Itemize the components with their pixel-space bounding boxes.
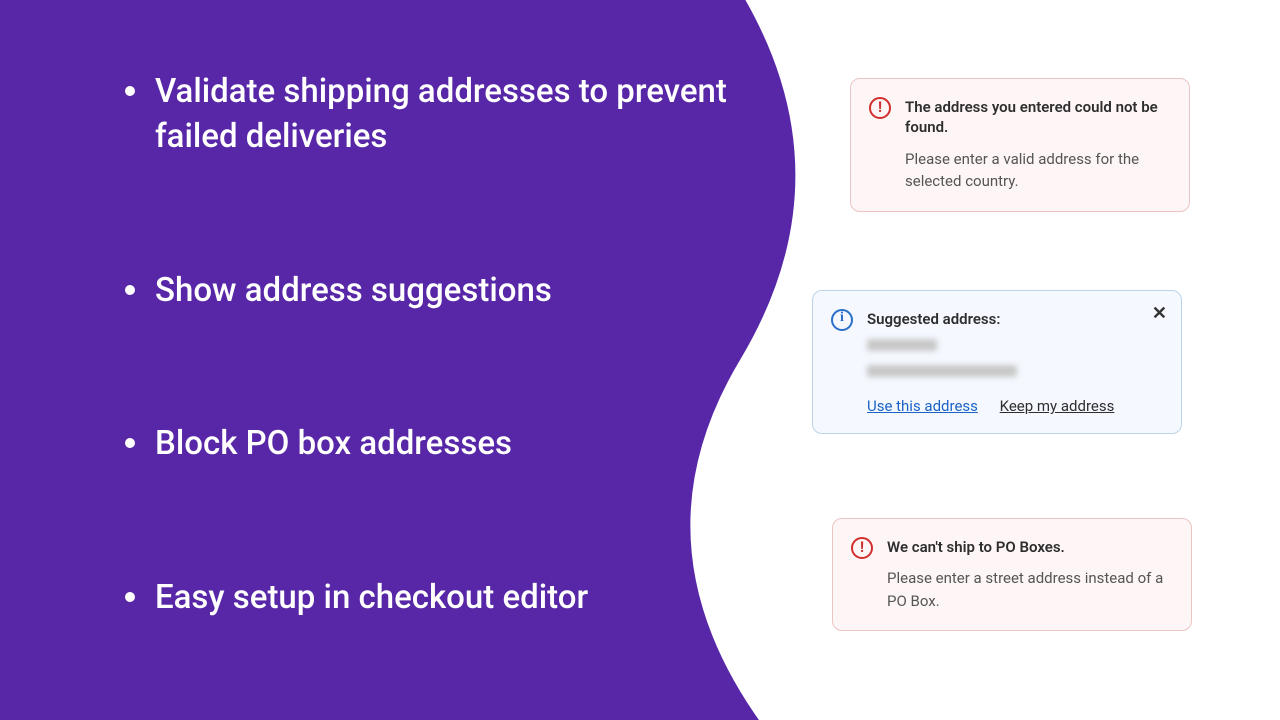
bullet-validate: Validate shipping addresses to prevent f…: [125, 70, 745, 159]
alert-title: The address you entered could not be fou…: [905, 97, 1171, 138]
close-icon[interactable]: ✕: [1152, 305, 1167, 323]
alert-body: Please enter a street address instead of…: [887, 567, 1173, 612]
use-this-address-link[interactable]: Use this address: [867, 397, 978, 415]
blurred-address-line-1: [867, 339, 1163, 363]
keep-my-address-link[interactable]: Keep my address: [1000, 397, 1115, 415]
alert-po-box: We can't ship to PO Boxes. Please enter …: [832, 518, 1192, 631]
alert-body: Please enter a valid address for the sel…: [905, 148, 1171, 193]
info-icon: [831, 309, 853, 331]
blurred-address-line-2: [867, 363, 1163, 381]
alert-address-not-found: The address you entered could not be fou…: [850, 78, 1190, 212]
alert-suggested-address: ✕ Suggested address: Use this address Ke…: [812, 290, 1182, 434]
bullet-pobox: Block PO box addresses: [125, 422, 745, 467]
error-icon: [851, 537, 873, 559]
bullet-suggestions: Show address suggestions: [125, 269, 745, 314]
alert-title: Suggested address:: [867, 309, 1163, 329]
alert-title: We can't ship to PO Boxes.: [887, 537, 1173, 557]
feature-bullets: Validate shipping addresses to prevent f…: [125, 70, 745, 621]
error-icon: [869, 97, 891, 119]
bullet-setup: Easy setup in checkout editor: [125, 576, 745, 621]
